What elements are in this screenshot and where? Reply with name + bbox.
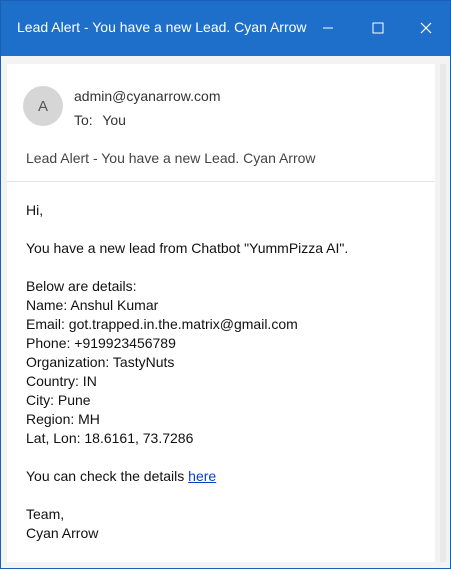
message-card: A admin@cyanarrow.com To: You Lead Alert…: [7, 64, 435, 562]
detail-line: Region: MH: [26, 411, 100, 427]
recipient-name[interactable]: You: [102, 112, 126, 128]
title-bar[interactable]: Lead Alert - You have a new Lead. Cyan A…: [1, 1, 450, 56]
sender-address[interactable]: admin@cyanarrow.com: [74, 88, 221, 104]
minimize-button[interactable]: [305, 11, 351, 45]
details-heading: Below are details:: [26, 278, 137, 294]
email-body: Hi, You have a new lead from Chatbot "Yu…: [26, 201, 426, 543]
email-subject: Lead Alert - You have a new Lead. Cyan A…: [26, 150, 316, 166]
message-pane: A admin@cyanarrow.com To: You Lead Alert…: [1, 56, 450, 568]
maximize-icon: [372, 22, 384, 34]
recipient-line: To: You: [74, 112, 126, 128]
detail-line: Organization: TastyNuts: [26, 354, 175, 370]
signature: Cyan Arrow: [26, 525, 99, 541]
details-link[interactable]: here: [188, 468, 216, 484]
window-title: Lead Alert - You have a new Lead. Cyan A…: [17, 19, 307, 35]
scrollbar[interactable]: [440, 64, 446, 562]
email-window: Lead Alert - You have a new Lead. Cyan A…: [0, 0, 451, 569]
detail-line: Name: Anshul Kumar: [26, 297, 159, 313]
detail-line: Country: IN: [26, 373, 97, 389]
close-button[interactable]: [403, 11, 449, 45]
avatar-initial: A: [37, 97, 48, 115]
detail-line: Lat, Lon: 18.6161, 73.7286: [26, 430, 194, 446]
check-details-line: You can check the details here: [26, 467, 426, 486]
signoff: Team,: [26, 506, 65, 522]
to-label: To:: [74, 112, 93, 128]
close-icon: [420, 22, 432, 34]
detail-line: Email: got.trapped.in.the.matrix@gmail.c…: [26, 316, 298, 332]
maximize-button[interactable]: [355, 11, 401, 45]
check-details-text: You can check the details: [26, 468, 189, 484]
avatar: A: [23, 86, 63, 126]
detail-line: City: Pune: [26, 392, 91, 408]
intro-text: You have a new lead from Chatbot "YummPi…: [26, 240, 349, 256]
greeting: Hi,: [26, 202, 44, 218]
header-divider: [7, 181, 435, 182]
detail-line: Phone: +919923456789: [26, 335, 176, 351]
minimize-icon: [323, 27, 333, 29]
